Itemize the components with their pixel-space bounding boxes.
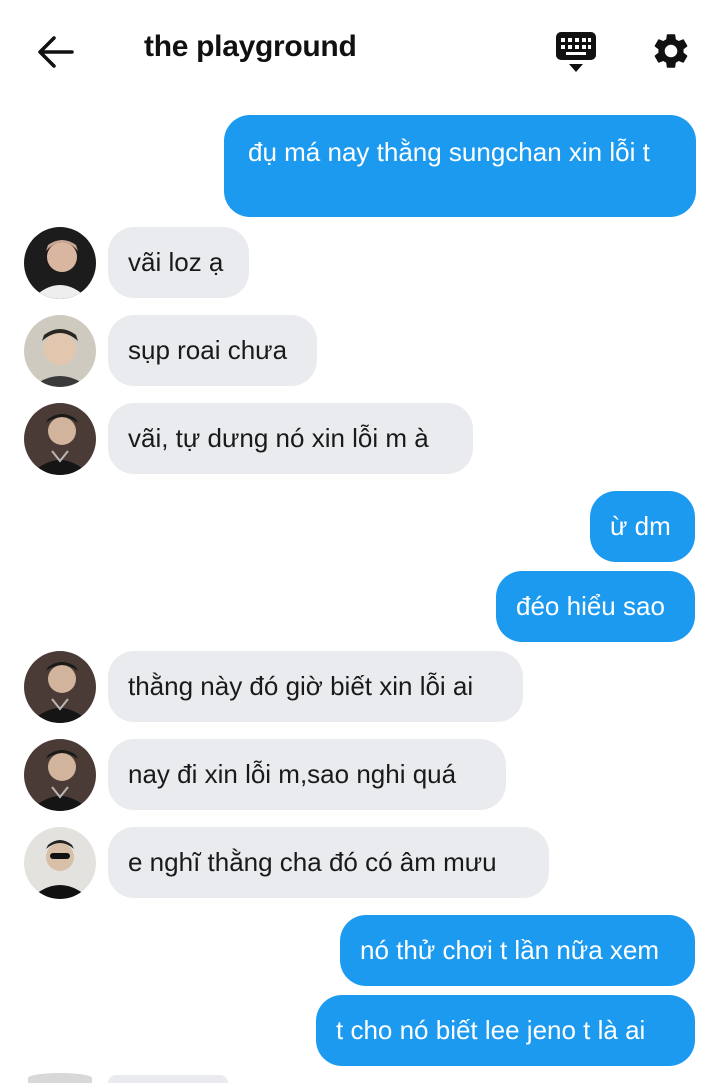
avatar[interactable] (24, 827, 96, 899)
message-bubble-outgoing[interactable]: đéo hiểu sao (496, 571, 695, 642)
message-bubble-incoming[interactable]: sụp roai chưa (108, 315, 317, 386)
message-text: ừ dm (610, 511, 671, 541)
message-bubble-outgoing[interactable]: nó thử chơi t lần nữa xem (340, 915, 695, 986)
keyboard-icon[interactable] (554, 30, 598, 74)
message-text: vãi loz ạ (128, 247, 224, 277)
chat-header: the playground (0, 0, 719, 100)
message-bubble-incoming[interactable]: nay đi xin lỗi m,sao nghi quá (108, 739, 506, 810)
message-bubble-outgoing[interactable]: t cho nó biết lee jeno t là ai (316, 995, 695, 1066)
message-text: nay đi xin lỗi m,sao nghi quá (128, 759, 457, 789)
message-bubble-incoming[interactable]: e nghĩ thằng cha đó có âm mưu (108, 827, 549, 898)
message-bubble-incoming[interactable]: vãi, tự dưng nó xin lỗi m à (108, 403, 473, 474)
message-text: đụ má nay thằng sungchan xin lỗi t (248, 137, 650, 167)
message-text: sụp roai chưa (128, 335, 288, 365)
avatar[interactable] (24, 227, 96, 299)
message-text: thằng này đó giờ biết xin lỗi ai (128, 671, 474, 701)
message-bubble-incoming[interactable]: thằng này đó giờ biết xin lỗi ai (108, 651, 523, 722)
back-arrow-icon[interactable] (36, 32, 76, 72)
message-bubble-incoming[interactable]: vãi loz ạ (108, 227, 249, 298)
message-bubble-outgoing[interactable]: đụ má nay thằng sungchan xin lỗi t (224, 115, 696, 217)
avatar[interactable] (24, 651, 96, 723)
avatar[interactable] (24, 739, 96, 811)
avatar[interactable] (24, 315, 96, 387)
message-text: nó thử chơi t lần nữa xem (360, 935, 659, 965)
avatar[interactable] (24, 403, 96, 475)
avatar-partial (28, 1073, 92, 1083)
message-bubble-partial (108, 1075, 228, 1083)
gear-icon[interactable] (650, 30, 692, 72)
message-bubble-outgoing[interactable]: ừ dm (590, 491, 695, 562)
message-text: đéo hiểu sao (516, 591, 665, 621)
message-text: e nghĩ thằng cha đó có âm mưu (128, 847, 497, 877)
message-text: vãi, tự dưng nó xin lỗi m à (128, 423, 429, 453)
message-text: t cho nó biết lee jeno t là ai (336, 1015, 646, 1045)
chat-title: the playground (144, 30, 357, 63)
